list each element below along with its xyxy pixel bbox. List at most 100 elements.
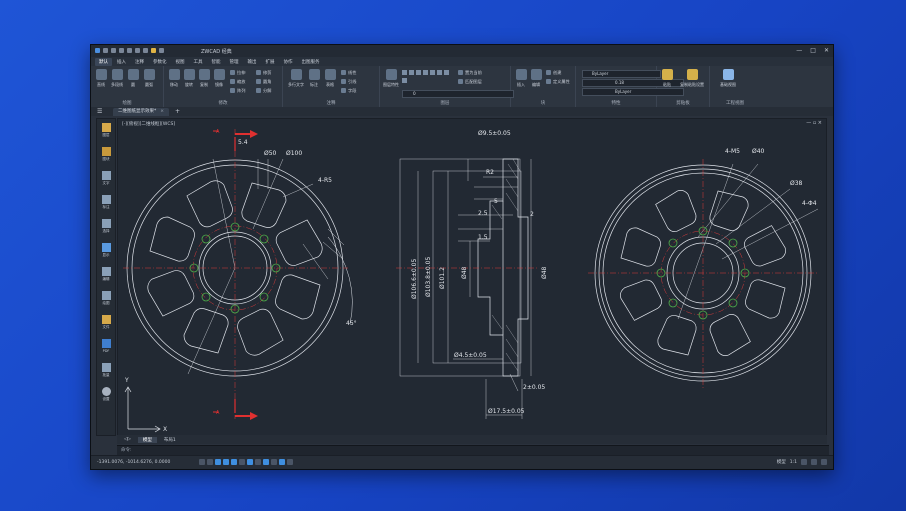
command-line[interactable]: 命令:: [117, 445, 829, 455]
fullscreen-icon[interactable]: [811, 459, 817, 465]
tool-layer[interactable]: 图层: [97, 123, 115, 138]
scale-readout[interactable]: 1:1: [790, 460, 797, 465]
osnap-toggle-icon[interactable]: [231, 459, 237, 465]
tab-model[interactable]: 模型: [137, 436, 157, 443]
tab-layout1[interactable]: 布局1: [159, 437, 181, 443]
tool-dimension[interactable]: 标注: [97, 195, 115, 210]
dynamic-ucs-icon[interactable]: [247, 459, 253, 465]
tool-display[interactable]: 显示: [97, 243, 115, 258]
table-button[interactable]: 表格: [323, 69, 337, 88]
set-current-layer-button[interactable]: 置为当前: [458, 70, 482, 76]
app-logo-icon[interactable]: [95, 48, 100, 53]
selection-cycle-icon[interactable]: [279, 459, 285, 465]
tool-file[interactable]: 文件: [97, 315, 115, 330]
tool-block[interactable]: 图块: [97, 147, 115, 162]
polyline-button[interactable]: 多段线: [110, 69, 124, 88]
stretch-button[interactable]: 拉伸: [230, 70, 245, 76]
ortho-toggle-icon[interactable]: [215, 459, 221, 465]
move-button[interactable]: 移动: [167, 69, 181, 88]
tool-pdf[interactable]: PDF: [97, 339, 115, 353]
save-icon[interactable]: [119, 48, 124, 53]
close-tab-icon[interactable]: ×: [160, 109, 164, 114]
linear-dim-button[interactable]: 线性: [341, 70, 356, 76]
menu-default[interactable]: 默认: [95, 57, 112, 66]
mirror-button[interactable]: 镜像: [212, 69, 226, 88]
transparency-toggle-icon[interactable]: [271, 459, 277, 465]
menu-smart[interactable]: 智能: [208, 58, 225, 66]
menu-insert[interactable]: 插入: [113, 58, 130, 66]
customize-icon[interactable]: [821, 459, 827, 465]
save-as-icon[interactable]: [127, 48, 132, 53]
tool-settings[interactable]: 设置: [97, 387, 115, 402]
tool-select[interactable]: 选择: [97, 219, 115, 234]
layer-freeze-icon[interactable]: [416, 70, 421, 75]
layout-nav-icon[interactable]: ◁▷: [119, 437, 136, 442]
dynamic-input-icon[interactable]: [255, 459, 261, 465]
close-button[interactable]: ✕: [824, 47, 829, 54]
line-button[interactable]: 直线: [94, 69, 108, 88]
menu-icon[interactable]: ☰: [97, 108, 102, 115]
layer-walk-icon[interactable]: [437, 70, 442, 75]
trim-button[interactable]: 修剪: [256, 70, 271, 76]
minimize-button[interactable]: —: [796, 47, 802, 54]
annotation-scale[interactable]: 模型: [777, 459, 786, 465]
menu-annotate[interactable]: 注释: [131, 58, 148, 66]
print-icon[interactable]: [135, 48, 140, 53]
redo-icon[interactable]: [159, 48, 164, 53]
layer-unlock-icon[interactable]: [430, 70, 435, 75]
layer-delete-icon[interactable]: [402, 78, 407, 83]
layer-off-icon[interactable]: [402, 70, 407, 75]
explode-button[interactable]: 分解: [256, 88, 271, 94]
define-attribute-button[interactable]: 定义属性: [546, 79, 570, 85]
current-layer-dropdown[interactable]: 0: [402, 90, 514, 98]
drawing-canvas[interactable]: [-][俯视][二维线框][WCS] — ▫ × 5.4 Ø50 Ø100 4-…: [117, 118, 827, 436]
arc-button[interactable]: 圆弧: [142, 69, 156, 88]
copy-button[interactable]: 复制: [197, 69, 211, 88]
menu-tools[interactable]: 工具: [190, 58, 207, 66]
annotation-monitor-icon[interactable]: [287, 459, 293, 465]
scale-button[interactable]: 缩放: [230, 79, 245, 85]
dimension-button[interactable]: 标注: [307, 69, 321, 88]
undo-icon[interactable]: [151, 48, 156, 53]
menu-collab[interactable]: 协作: [280, 58, 297, 66]
snap-toggle-icon[interactable]: [207, 459, 213, 465]
plot-icon[interactable]: [143, 48, 148, 53]
base-view-button[interactable]: 基础视图: [718, 69, 738, 88]
menu-view[interactable]: 视图: [172, 58, 189, 66]
match-layer-button[interactable]: 匹配图层: [458, 79, 482, 85]
circle-button[interactable]: 圆: [126, 69, 140, 88]
insert-block-button[interactable]: 插入: [514, 69, 528, 88]
grid-toggle-icon[interactable]: [199, 459, 205, 465]
menu-manage[interactable]: 管理: [226, 58, 243, 66]
mtext-button[interactable]: 多行文字: [287, 69, 305, 88]
create-block-button[interactable]: 创建: [546, 70, 561, 76]
fillet-button[interactable]: 圆角: [256, 79, 271, 85]
array-button[interactable]: 阵列: [230, 88, 245, 94]
tool-batch[interactable]: 批量: [97, 363, 115, 378]
menu-plot-service[interactable]: 出图服务: [298, 58, 324, 66]
copy-paste-settings-button[interactable]: 复制粘贴设置: [679, 69, 705, 88]
edit-block-button[interactable]: 编辑: [529, 69, 543, 88]
menu-parametric[interactable]: 参数化: [149, 58, 171, 66]
layer-lock-icon[interactable]: [423, 70, 428, 75]
maximize-button[interactable]: □: [810, 47, 816, 54]
rotate-button[interactable]: 旋转: [182, 69, 196, 88]
layer-merge-icon[interactable]: [444, 70, 449, 75]
lineweight-toggle-icon[interactable]: [263, 459, 269, 465]
add-tab-icon[interactable]: +: [175, 108, 180, 115]
otrack-toggle-icon[interactable]: [239, 459, 245, 465]
layer-isolate-icon[interactable]: [409, 70, 414, 75]
menu-output[interactable]: 输出: [244, 58, 261, 66]
paste-button[interactable]: 粘贴: [660, 69, 674, 88]
menu-extend[interactable]: 扩展: [262, 58, 279, 66]
tool-draw[interactable]: 绘图: [97, 291, 115, 306]
polar-toggle-icon[interactable]: [223, 459, 229, 465]
new-file-icon[interactable]: [103, 48, 108, 53]
leader-button[interactable]: 引线: [341, 79, 356, 85]
doc-tab-active[interactable]: 二维图纸显示效果* ×: [113, 108, 170, 116]
tool-edit[interactable]: 编辑: [97, 267, 115, 282]
workspace-icon[interactable]: [801, 459, 807, 465]
tool-text[interactable]: 文字: [97, 171, 115, 186]
field-button[interactable]: 字段: [341, 88, 356, 94]
color-dropdown[interactable]: ByLayer: [582, 70, 661, 78]
